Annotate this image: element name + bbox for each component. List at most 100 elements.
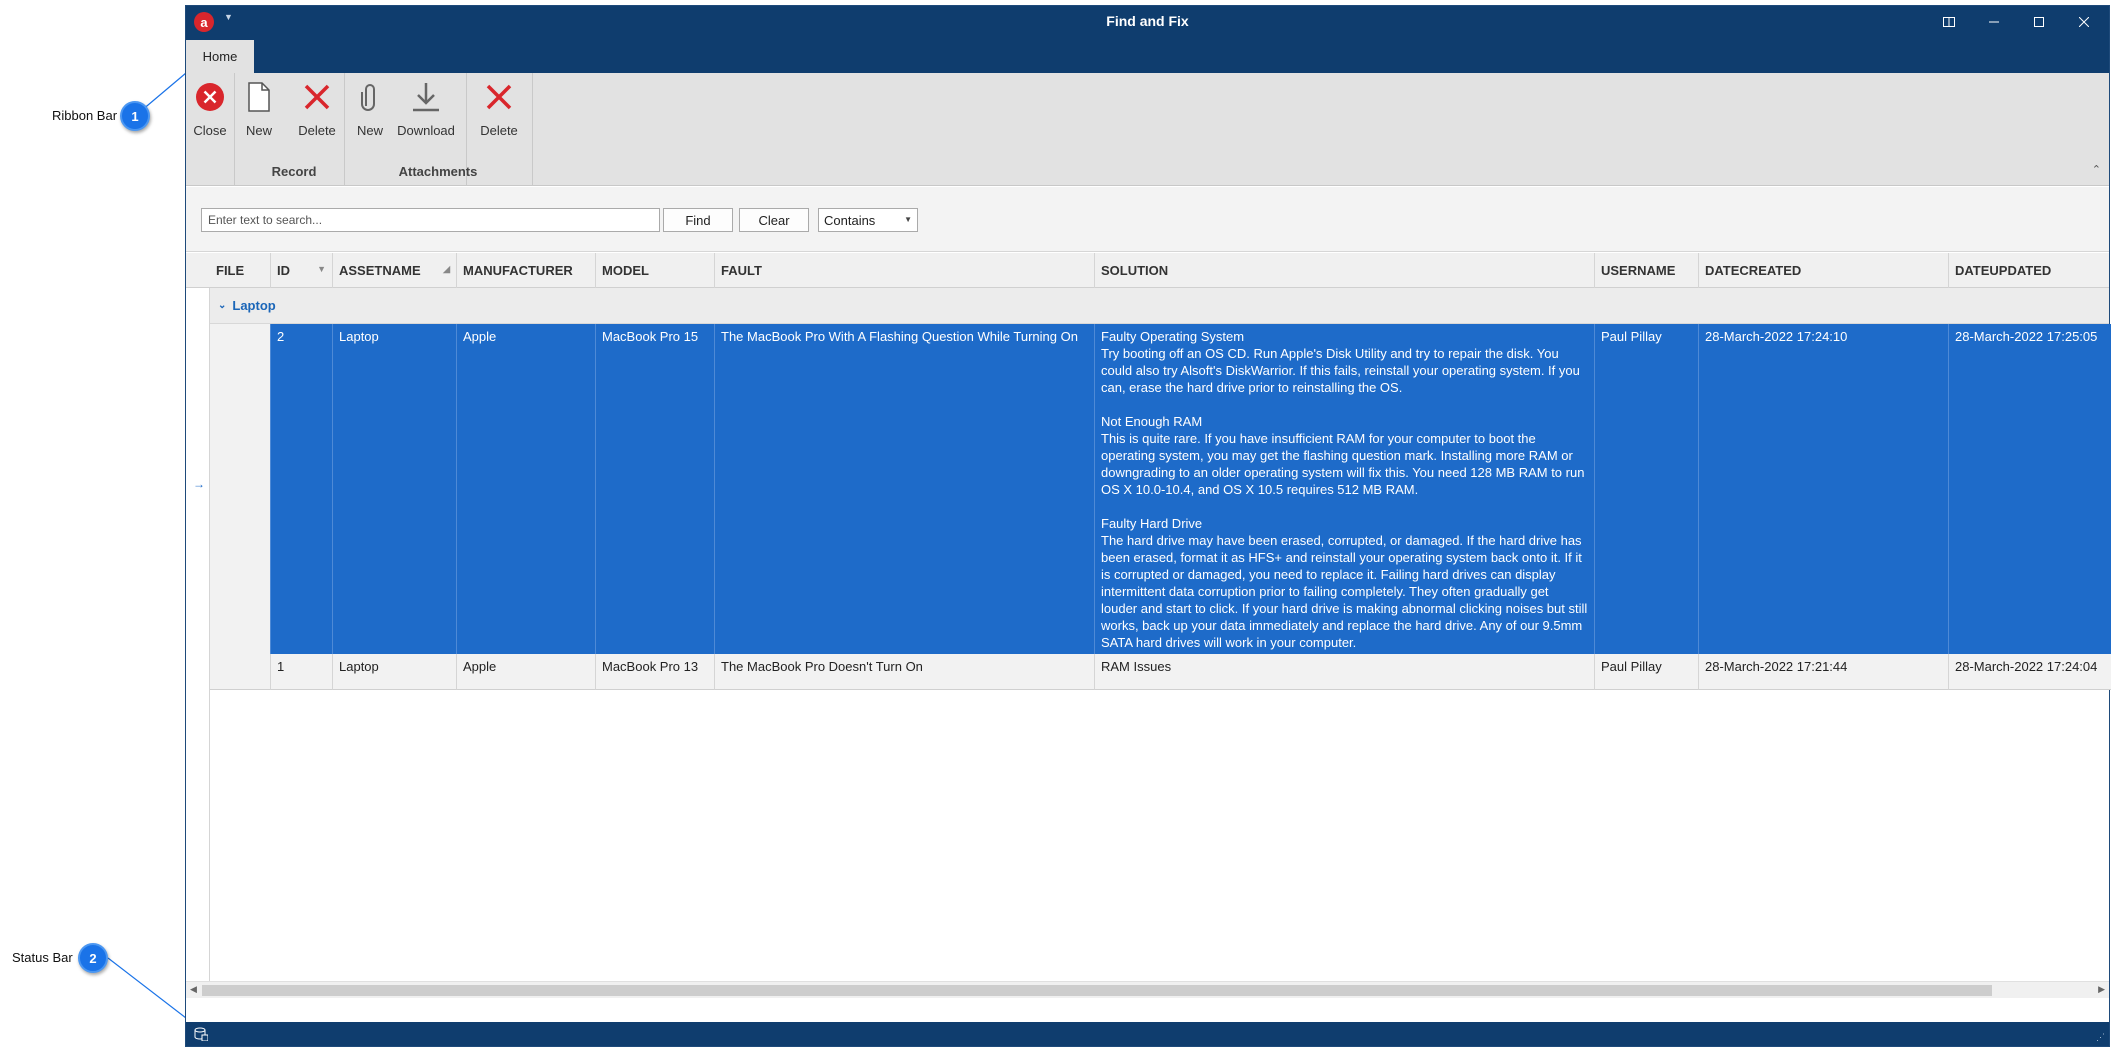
chevron-down-icon: ▼ bbox=[904, 215, 912, 224]
cell-solution[interactable]: Faulty Operating System Try booting off … bbox=[1095, 324, 1595, 654]
scroll-right-icon[interactable]: ▶ bbox=[2098, 984, 2105, 995]
current-row-arrow-icon: → bbox=[193, 477, 205, 491]
new-document-icon bbox=[241, 77, 277, 117]
delete-x-icon bbox=[299, 77, 335, 117]
column-header-model[interactable]: MODEL bbox=[596, 253, 715, 288]
status-bar: ⋰ bbox=[186, 1022, 2109, 1046]
minimize-button[interactable] bbox=[1974, 10, 2014, 34]
cell-manufacturer[interactable]: Apple bbox=[457, 324, 596, 654]
search-input[interactable] bbox=[201, 208, 660, 232]
close-button[interactable]: Close bbox=[192, 77, 228, 145]
table-row[interactable]: 1 Laptop Apple MacBook Pro 13 The MacBoo… bbox=[210, 654, 2111, 690]
download-attachment-label: Download bbox=[397, 123, 455, 138]
delete-attachment-label: Delete bbox=[480, 123, 518, 138]
download-attachment-button[interactable]: Download bbox=[396, 77, 456, 145]
column-header-label: DATECREATED bbox=[1705, 263, 1802, 278]
column-header-datecreated[interactable]: DATECREATED bbox=[1699, 253, 1949, 288]
maximize-icon bbox=[2034, 17, 2044, 27]
column-header-label: FAULT bbox=[721, 263, 762, 278]
delete-record-button[interactable]: Delete bbox=[294, 77, 340, 145]
column-header-id[interactable]: ID ▼ bbox=[271, 253, 333, 288]
cell-file[interactable] bbox=[210, 324, 271, 654]
column-header-label: SOLUTION bbox=[1101, 263, 1169, 278]
new-attachment-button[interactable]: New bbox=[352, 77, 388, 145]
group-row-laptop[interactable]: ⌄ Laptop bbox=[210, 288, 2109, 324]
window-title: Find and Fix bbox=[1106, 13, 1189, 29]
close-button-label: Close bbox=[193, 123, 227, 138]
cell-fault[interactable]: The MacBook Pro Doesn't Turn On bbox=[715, 654, 1095, 690]
column-header-dateupdated[interactable]: DATEUPDATED bbox=[1949, 253, 2111, 288]
data-grid: FILE ID ▼ ASSETNAME ◢ MANUFACTURER MODEL F… bbox=[186, 253, 2111, 998]
column-header-label: MANUFACTURER bbox=[463, 263, 573, 278]
close-circle-icon bbox=[192, 77, 228, 117]
column-header-fault[interactable]: FAULT bbox=[715, 253, 1095, 288]
cell-username[interactable]: Paul Pillay bbox=[1595, 654, 1699, 690]
column-header-assetname[interactable]: ASSETNAME ◢ bbox=[333, 253, 457, 288]
collapse-ribbon-icon[interactable]: ⌃ bbox=[2092, 163, 2101, 176]
maximize-button[interactable] bbox=[2019, 10, 2059, 34]
clear-button[interactable]: Clear bbox=[739, 208, 809, 232]
scroll-left-icon[interactable]: ◀ bbox=[190, 984, 197, 995]
ribbon-separator bbox=[532, 73, 533, 186]
cell-id[interactable]: 2 bbox=[271, 324, 333, 654]
sort-indicator-icon: ▼ bbox=[317, 264, 326, 274]
resize-grip-icon[interactable]: ⋰ bbox=[2096, 1032, 2105, 1043]
search-panel: Find Clear Contains ▼ bbox=[186, 187, 2109, 252]
ribbon-tab-strip: Home bbox=[186, 38, 2109, 73]
cell-assetname[interactable]: Laptop bbox=[333, 654, 457, 690]
column-header-solution[interactable]: SOLUTION bbox=[1095, 253, 1595, 288]
column-header-label: ID bbox=[277, 263, 290, 278]
grid-header: FILE ID ▼ ASSETNAME ◢ MANUFACTURER MODEL F… bbox=[186, 253, 2109, 288]
new-record-button[interactable]: New bbox=[241, 77, 277, 145]
cell-id[interactable]: 1 bbox=[271, 654, 333, 690]
delete-record-label: Delete bbox=[298, 123, 336, 138]
column-header-label: MODEL bbox=[602, 263, 649, 278]
column-header-file[interactable]: FILE bbox=[210, 253, 271, 288]
cell-assetname[interactable]: Laptop bbox=[333, 324, 457, 654]
database-status-icon[interactable] bbox=[194, 1027, 208, 1041]
find-button[interactable]: Find bbox=[663, 208, 733, 232]
column-header-label: FILE bbox=[216, 263, 245, 278]
cell-datecreated[interactable]: 28-March-2022 17:21:44 bbox=[1699, 654, 1949, 690]
download-icon bbox=[408, 77, 444, 117]
cell-username[interactable]: Paul Pillay bbox=[1595, 324, 1699, 654]
close-window-button[interactable] bbox=[2064, 10, 2104, 34]
title-bar: a ▼ Find and Fix bbox=[186, 6, 2109, 38]
paperclip-icon bbox=[352, 77, 388, 117]
status-bar-callout-badge: 2 bbox=[78, 943, 108, 973]
cell-model[interactable]: MacBook Pro 15 bbox=[596, 324, 715, 654]
delete-x-icon bbox=[481, 77, 517, 117]
cell-model[interactable]: MacBook Pro 13 bbox=[596, 654, 715, 690]
delete-attachment-button[interactable]: Delete bbox=[476, 77, 522, 145]
sort-indicator-icon: ◢ bbox=[443, 264, 450, 274]
restore-layout-button[interactable] bbox=[1929, 10, 1969, 34]
horizontal-scrollbar[interactable]: ◀ ▶ bbox=[186, 981, 2109, 998]
tab-home[interactable]: Home bbox=[186, 40, 254, 73]
cell-fault[interactable]: The MacBook Pro With A Flashing Question… bbox=[715, 324, 1095, 654]
search-mode-select[interactable]: Contains ▼ bbox=[818, 208, 918, 232]
table-row[interactable]: 2 Laptop Apple MacBook Pro 15 The MacBoo… bbox=[210, 324, 2111, 654]
close-icon bbox=[2079, 17, 2089, 27]
column-header-label: USERNAME bbox=[1601, 263, 1676, 278]
cell-file[interactable] bbox=[210, 654, 271, 690]
chevron-down-icon[interactable]: ⌄ bbox=[218, 300, 226, 311]
cell-dateupdated[interactable]: 28-March-2022 17:24:04 bbox=[1949, 654, 2111, 690]
column-header-manufacturer[interactable]: MANUFACTURER bbox=[457, 253, 596, 288]
layout-icon bbox=[1943, 17, 1955, 27]
group-label: Laptop bbox=[232, 298, 276, 313]
record-group-label: Record bbox=[271, 164, 317, 179]
cell-manufacturer[interactable]: Apple bbox=[457, 654, 596, 690]
cell-dateupdated[interactable]: 28-March-2022 17:25:05 bbox=[1949, 324, 2111, 654]
column-header-label: ASSETNAME bbox=[339, 263, 421, 278]
ribbon-bar-callout-label: Ribbon Bar bbox=[52, 108, 118, 123]
new-record-label: New bbox=[245, 123, 272, 138]
ribbon-bar-callout-badge: 1 bbox=[120, 101, 150, 131]
scrollbar-thumb[interactable] bbox=[202, 985, 1992, 996]
cell-datecreated[interactable]: 28-March-2022 17:24:10 bbox=[1699, 324, 1949, 654]
minimize-icon bbox=[1989, 21, 1999, 23]
row-indicator-column bbox=[186, 253, 210, 998]
ribbon-bar: Close New Delete Record New Download Del… bbox=[186, 73, 2109, 186]
column-header-username[interactable]: USERNAME bbox=[1595, 253, 1699, 288]
search-mode-value: Contains bbox=[824, 212, 876, 228]
cell-solution[interactable]: RAM Issues bbox=[1095, 654, 1595, 690]
